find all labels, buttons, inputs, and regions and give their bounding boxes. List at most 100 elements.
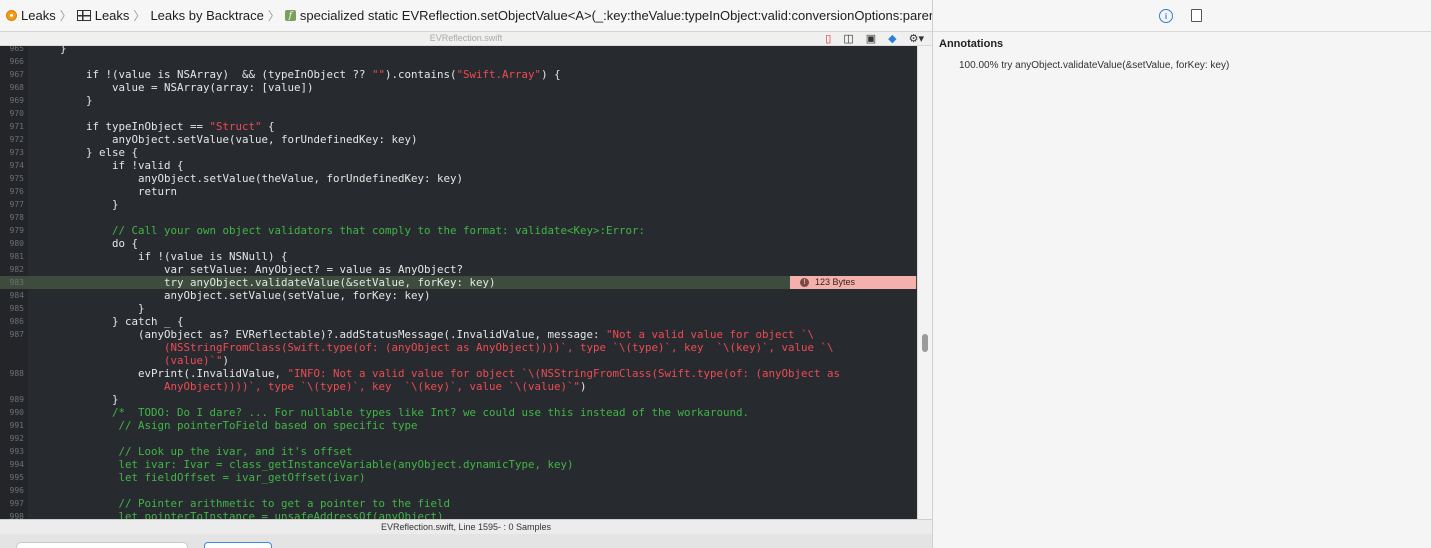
code-line: 982 var setValue: AnyObject? = value as … [0,263,917,276]
string-literal: "Swift.Array" [456,68,542,81]
code-line: 974 if !valid { [0,159,917,172]
line-number: 996 [9,486,24,495]
breadcrumb-item-leaks-by-backtrace[interactable]: Leaks by Backtrace [150,8,263,23]
code-line: (NSStringFromClass(Swift.type(of: (anyOb… [0,341,917,354]
line-number: 982 [9,265,24,274]
function-icon: f [284,10,296,21]
code-text: if !(value is NSNull) { [34,250,288,263]
split-view-icon[interactable]: ◫ [843,33,853,45]
code-line: 988 evPrint(.InvalidValue, "INFO: Not a … [0,367,917,380]
code-text: anyObject.setValue(theValue, forUndefine… [34,172,464,185]
breadcrumb-item-function[interactable]: f specialized static EVReflection.setObj… [284,8,932,23]
line-number: 977 [9,200,24,209]
string-literal: "INFO: Not a valid value for object `\(N… [287,367,841,380]
string-literal: (value)`" [34,354,223,367]
string-literal: "Struct" [209,120,262,133]
inspector-title: Annotations [939,38,1004,50]
breadcrumb-item-leaks-detail[interactable]: Leaks [76,8,129,23]
code-line: 968 value = NSArray(array: [value]) [0,81,917,94]
code-line: 995 let fieldOffset = ivar_getOffset(iva… [0,471,917,484]
breadcrumb-item-leaks-instrument[interactable]: Leaks [6,8,56,23]
code-line: 998 let pointerToInstance = unsafeAddres… [0,510,917,519]
code-text: let pointerToInstance = unsafeAddressOf(… [34,510,444,519]
code-text: (anyObject as? EVReflectable)?.addStatus… [34,328,814,341]
code-text: // Asign pointerToField based on specifi… [34,419,418,432]
document-icon[interactable] [1191,9,1202,22]
breakpoint-file-icon[interactable]: ▯ [825,33,831,45]
code-comment: // Pointer arithmetic to get a pointer t… [34,497,451,510]
code-text: anyObject.setValue(value, forUndefinedKe… [34,133,418,146]
code-token: { [261,120,275,133]
line-number: 975 [9,174,24,183]
code-line: 980 do { [0,237,917,250]
filter-input[interactable] [16,542,188,548]
line-number: 974 [9,161,24,170]
breadcrumb-label: specialized static EVReflection.setObjec… [299,8,932,23]
string-literal: AnyObject))))`, type `\(type)`, key `\(k… [34,380,581,393]
code-line: 967 if !(value is NSArray) && (typeInObj… [0,68,917,81]
code-text: (value)`") [34,354,229,367]
string-literal: "Not a valid value for object `\ [606,328,815,341]
line-number: 973 [9,148,24,157]
leaks-icon [6,10,17,21]
line-number: 989 [9,395,24,404]
code-line-highlighted: 983 try anyObject.validateValue(&setValu… [0,276,917,289]
info-icon[interactable]: i [1159,9,1173,23]
code-text: let ivar: Ivar = class_getInstanceVariab… [34,458,574,471]
line-number: 978 [9,213,24,222]
code-text: AnyObject))))`, type `\(type)`, key `\(k… [34,380,587,393]
code-text: } [34,198,119,211]
code-line: 972 anyObject.setValue(value, forUndefin… [0,133,917,146]
leak-size-label: 123 Bytes [815,277,856,287]
table-icon [76,10,91,21]
gear-icon[interactable]: ⚙▾ [909,33,924,45]
code-line: 993 // Look up the ivar, and it's offset [0,445,917,458]
line-number: 988 [9,369,24,378]
code-text: // Call your own object validators that … [34,224,645,237]
leak-annotation-badge[interactable]: ! 123 Bytes [790,276,916,289]
annotation-row[interactable]: 100.00% try anyObject.validateValue(&set… [959,60,1229,71]
code-comment: let ivar: Ivar = class_getInstanceVariab… [34,458,574,471]
code-line: 989 } [0,393,917,406]
code-line: 997 // Pointer arithmetic to get a point… [0,497,917,510]
line-number: 998 [9,512,24,519]
inspector-toolbar: i [933,0,1431,32]
code-token: (anyObject as? EVReflectable)?.addStatus… [34,328,607,341]
line-number: 995 [9,473,24,482]
code-token: if typeInObject == [34,120,210,133]
editor-scrollbar[interactable] [917,46,932,519]
line-number: 970 [9,109,24,118]
code-comment: // Asign pointerToField based on specifi… [34,419,418,432]
code-line: 979 // Call your own object validators t… [0,224,917,237]
code-text: } [34,46,67,55]
code-text: var setValue: AnyObject? = value as AnyO… [34,263,464,276]
code-text: do { [34,237,139,250]
toolbar-button[interactable] [204,542,272,548]
code-text: // Pointer arithmetic to get a pointer t… [34,497,451,510]
status-bar: EVReflection.swift, Line 1595- : 0 Sampl… [0,519,932,534]
code-line: 990 /* TODO: Do I dare? ... For nullable… [0,406,917,419]
line-number: 981 [9,252,24,261]
code-line: 978 [0,211,917,224]
scrollbar-thumb[interactable] [922,334,928,352]
xcode-icon[interactable]: ◆ [888,33,896,45]
line-number: 983 [9,278,24,287]
code-line: 991 // Asign pointerToField based on spe… [0,419,917,432]
string-literal: (NSStringFromClass(Swift.type(of: (anyOb… [34,341,834,354]
code-comment: let pointerToInstance = unsafeAddressOf(… [34,510,444,519]
code-text: return [34,185,178,198]
code-text: value = NSArray(array: [value]) [34,81,314,94]
code-text: if typeInObject == "Struct" { [34,120,275,133]
code-line: 966 [0,55,917,68]
code-token: if !(value is NSArray) && (typeInObject … [34,68,373,81]
chevron-right-icon: 〉 [267,9,280,23]
code-editor[interactable]: 965 } 966 967 if !(value is NSArray) && (t… [0,46,917,519]
line-number: 993 [9,447,24,456]
assembly-view-icon[interactable]: ▣ [866,33,876,45]
code-line: 984 anyObject.setValue(setValue, forKey:… [0,289,917,302]
line-number: 997 [9,499,24,508]
alert-icon: ! [800,278,809,287]
line-number: 985 [9,304,24,313]
code-text: } [34,393,119,406]
code-text: /* TODO: Do I dare? ... For nullable typ… [34,406,749,419]
